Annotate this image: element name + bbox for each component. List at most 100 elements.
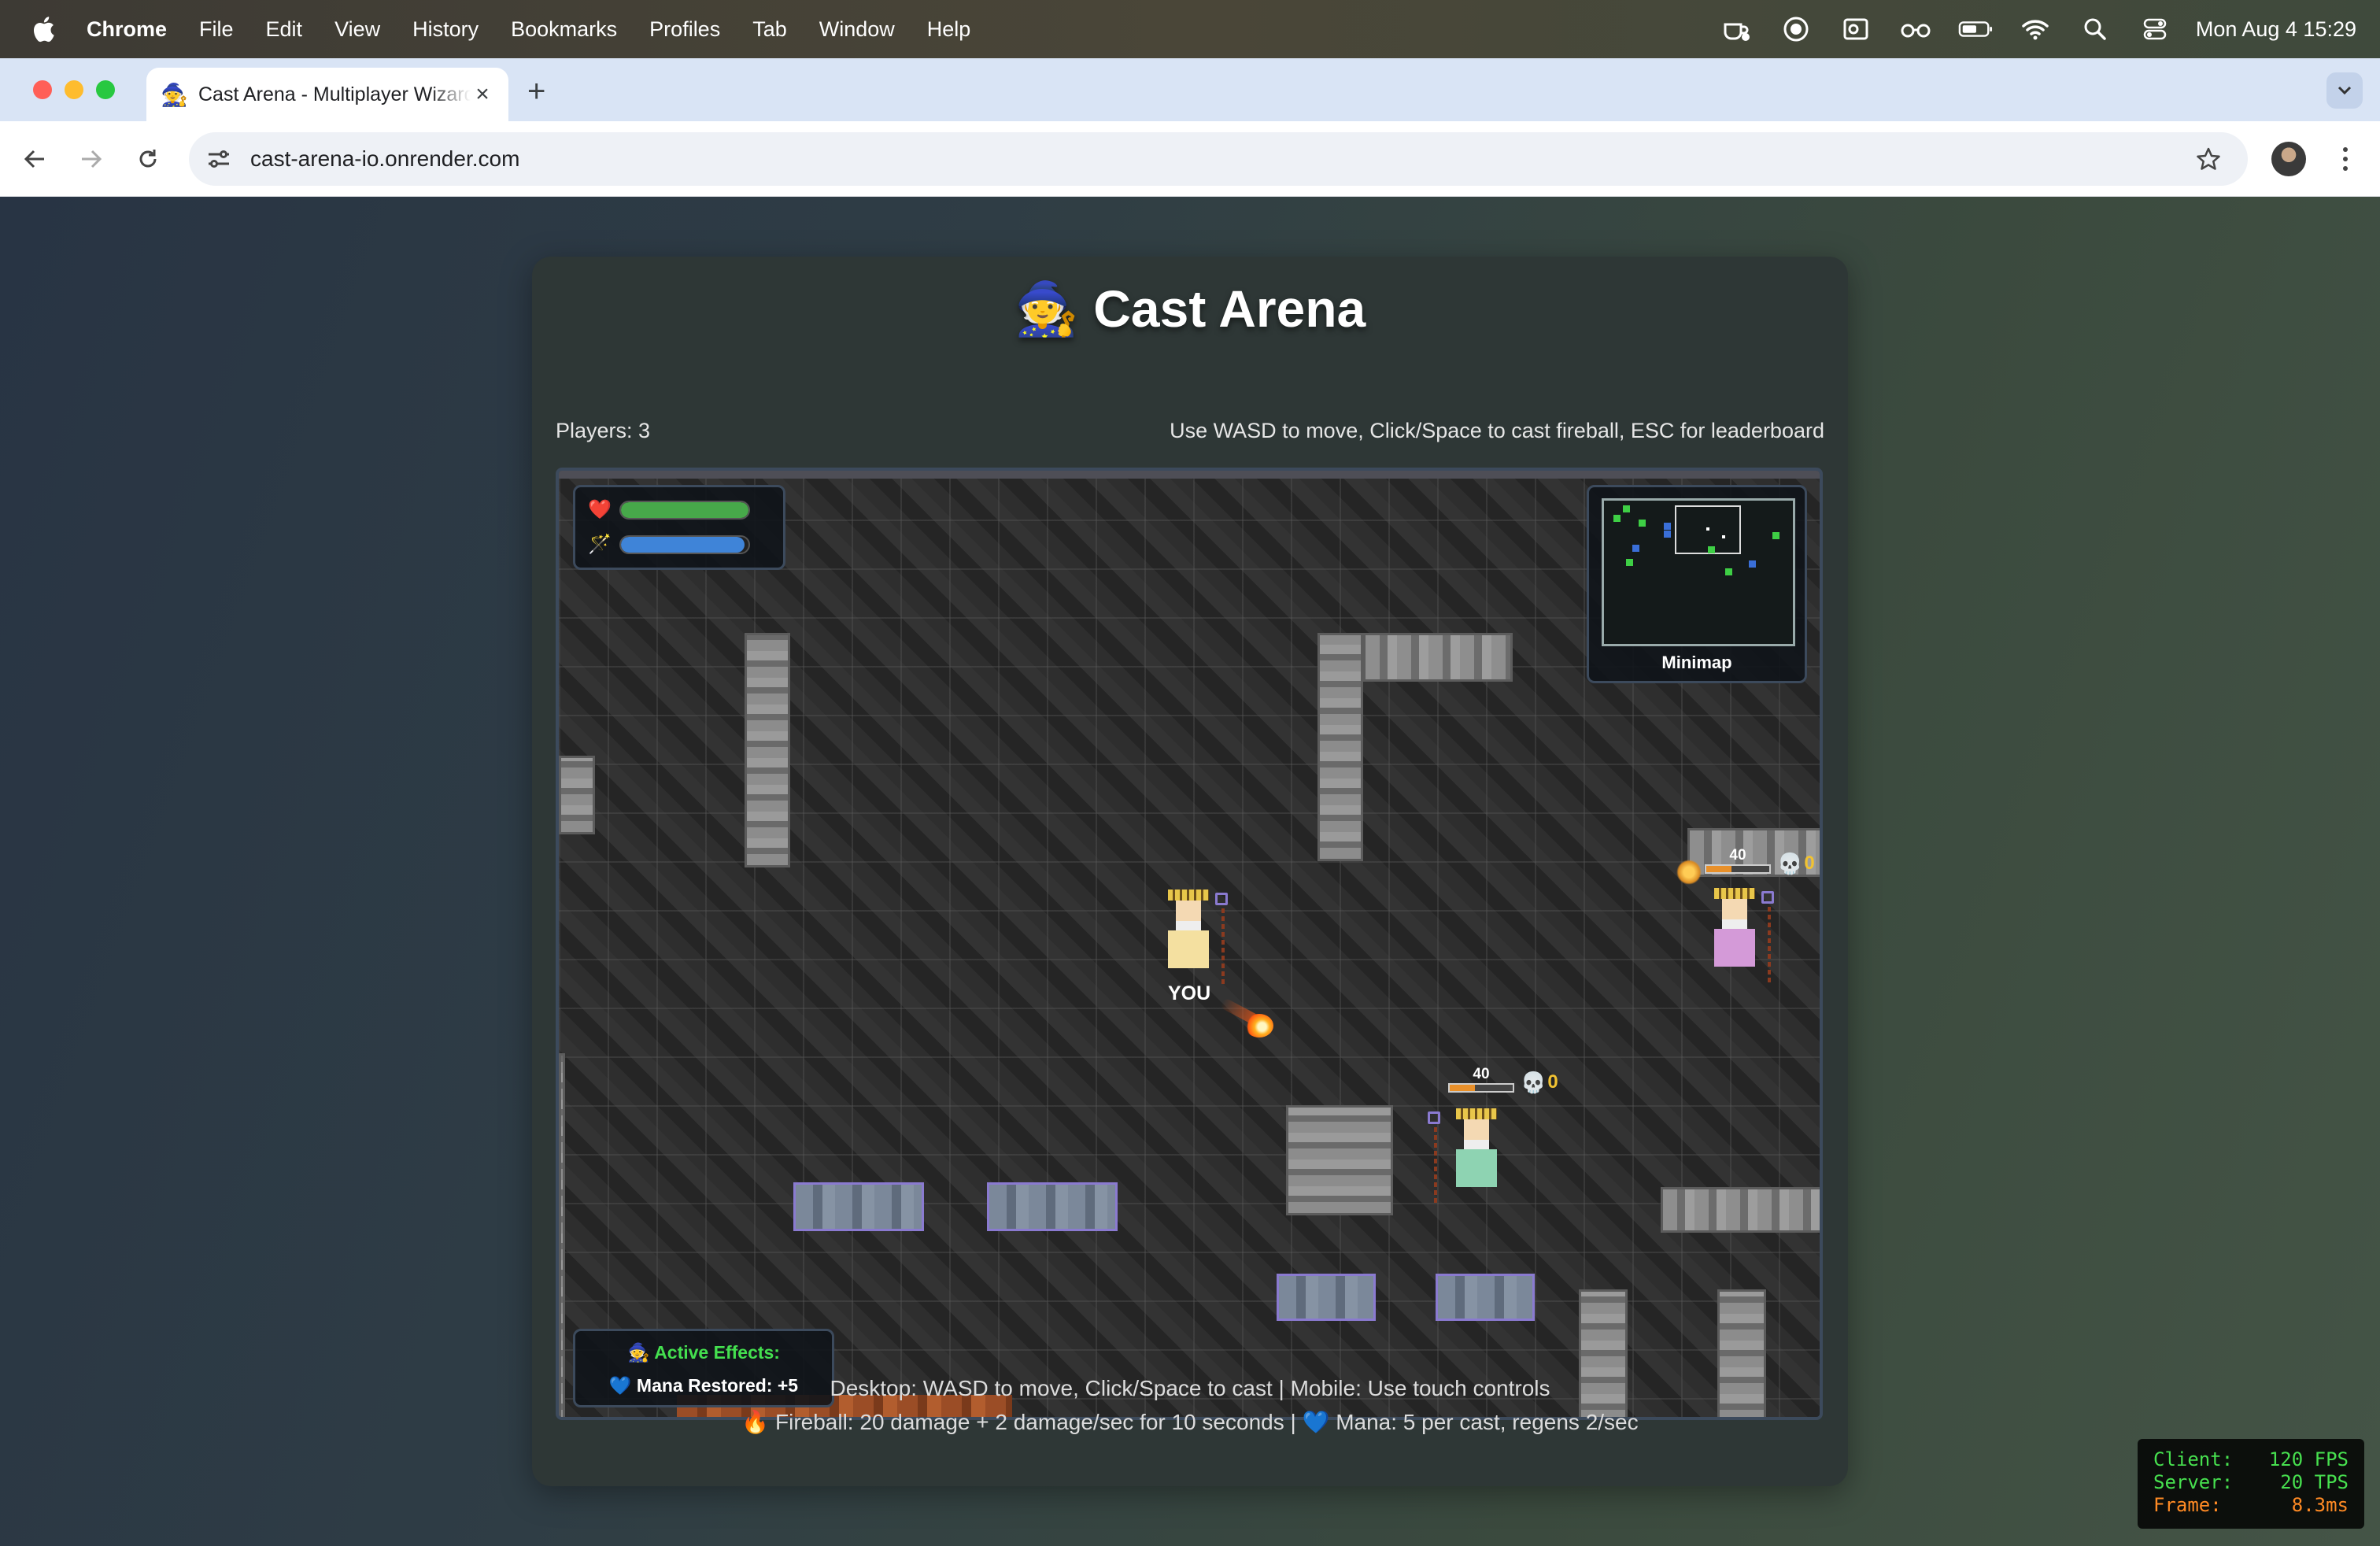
battery-icon[interactable]: [1958, 13, 1993, 45]
page-background: 🧙 Cast Arena Players: 3 Use WASD to move…: [0, 197, 2380, 1546]
staff-crystal-icon: [1215, 893, 1228, 905]
enemy-hp-fill: [1450, 1085, 1475, 1091]
wizard-robe: [1168, 930, 1209, 968]
wizard-hat: [1456, 1108, 1497, 1119]
enemy-kill-count: 0: [1804, 853, 1815, 874]
url-text[interactable]: cast-arena-io.onrender.com: [250, 146, 519, 172]
minimap-player-dot: [1706, 527, 1709, 531]
reload-icon[interactable]: [131, 142, 165, 176]
performance-overlay: Client: 120 FPS Server: 20 TPS Frame: 8.…: [2138, 1439, 2364, 1529]
player-name-label: YOU: [1168, 982, 1211, 1004]
menu-profiles[interactable]: Profiles: [649, 17, 720, 42]
wizard-favicon-icon: 🧙: [161, 82, 188, 107]
player-stats-panel: ❤️ 🪄: [573, 485, 785, 570]
glasses-icon[interactable]: [1898, 13, 1933, 45]
tab-search-chevron-icon[interactable]: [2326, 72, 2363, 109]
forward-arrow-icon[interactable]: [74, 142, 109, 176]
window-minimize-button[interactable]: [65, 80, 83, 99]
window-fullscreen-button[interactable]: [96, 80, 115, 99]
enemy-wizard[interactable]: [1453, 1108, 1500, 1187]
stone-wall: [1363, 633, 1513, 682]
menu-view[interactable]: View: [334, 17, 380, 42]
controls-hint: Use WASD to move, Click/Space to cast fi…: [1170, 419, 1824, 442]
menu-tab[interactable]: Tab: [752, 17, 787, 42]
window-close-button[interactable]: [33, 80, 52, 99]
minimap-dot: [1708, 546, 1715, 553]
minimap-dot: [1623, 505, 1630, 512]
enemy-hp-bar: [1705, 864, 1771, 874]
minimap-label: Minimap: [1661, 653, 1732, 672]
minimap-dot: [1626, 559, 1633, 566]
tab-close-icon[interactable]: ×: [471, 81, 494, 108]
perf-client-label: Client:: [2153, 1448, 2234, 1470]
game-canvas[interactable]: YOU 40 💀 0 40 💀 0 ❤️ 🪄 Minimap 🧙 Active …: [556, 468, 1823, 1420]
minimap[interactable]: [1602, 498, 1795, 646]
spell-info-footer: 🔥 Fireball: 20 damage + 2 damage/sec for…: [741, 1410, 1639, 1434]
stone-slab: [1277, 1274, 1376, 1321]
minimap-dot: [1664, 523, 1671, 530]
stone-wall: [559, 1053, 565, 1417]
enemy-hp-number: 40: [1473, 1066, 1490, 1082]
skull-icon: 💀: [1777, 852, 1803, 875]
browser-tab-active[interactable]: 🧙 Cast Arena - Multiplayer Wizard ×: [146, 68, 508, 121]
minimap-dot: [1664, 531, 1671, 538]
back-arrow-icon[interactable]: [17, 142, 52, 176]
perf-server-value: 20 TPS: [2280, 1471, 2349, 1493]
stone-slab: [1436, 1274, 1535, 1321]
wizard-robe: [1456, 1149, 1497, 1187]
enemy-kill-count: 0: [1547, 1071, 1558, 1093]
menu-history[interactable]: History: [412, 17, 479, 42]
menu-file[interactable]: File: [199, 17, 234, 42]
fireball-projectile: [1245, 1014, 1273, 1037]
screen-record-icon[interactable]: [1779, 13, 1813, 45]
perf-server-label: Server:: [2153, 1471, 2234, 1493]
menu-bookmarks[interactable]: Bookmarks: [511, 17, 617, 42]
menu-window[interactable]: Window: [819, 17, 895, 42]
menubar-status-area: Mon Aug 4 15:29: [1694, 0, 2356, 58]
minimap-dot: [1632, 545, 1639, 552]
perf-client-value: 120 FPS: [2268, 1448, 2349, 1470]
stone-wall: [1286, 1105, 1393, 1215]
menu-app-name[interactable]: Chrome: [87, 17, 167, 42]
wizard-beard: [1176, 921, 1201, 930]
browser-toolbar: cast-arena-io.onrender.com: [0, 121, 2380, 197]
health-bar-fill: [621, 501, 748, 518]
game-title: 🧙 Cast Arena: [1014, 279, 1366, 338]
minimap-dot: [1639, 520, 1646, 527]
spotlight-search-icon[interactable]: [2078, 13, 2112, 45]
menu-help[interactable]: Help: [927, 17, 971, 42]
enemy-staff: [1434, 1127, 1437, 1203]
profile-avatar[interactable]: [2271, 142, 2306, 176]
staff-crystal-icon: [1428, 1111, 1440, 1124]
health-bar: [619, 500, 750, 520]
site-info-tune-icon[interactable]: [201, 142, 236, 176]
wizard-robe: [1714, 929, 1755, 967]
address-bar[interactable]: cast-arena-io.onrender.com: [189, 132, 2248, 186]
perf-server-row: Server: 20 TPS: [2153, 1471, 2349, 1494]
wizard-hat: [1714, 888, 1755, 899]
wifi-icon[interactable]: [2018, 13, 2053, 45]
menu-edit[interactable]: Edit: [266, 17, 303, 42]
macos-menubar: Chrome File Edit View History Bookmarks …: [0, 0, 2380, 58]
enemy-wizard[interactable]: [1711, 888, 1758, 967]
perf-frame-label: Frame:: [2153, 1494, 2222, 1516]
menubar-clock[interactable]: Mon Aug 4 15:29: [2196, 17, 2356, 42]
stone-slab: [987, 1182, 1118, 1231]
new-tab-button[interactable]: +: [527, 76, 545, 107]
wizard-beard: [1464, 1140, 1489, 1149]
outlook-icon[interactable]: [1839, 13, 1873, 45]
enemy-staff: [1768, 907, 1771, 982]
minimap-dot: [1749, 560, 1756, 568]
minimap-panel[interactable]: Minimap: [1587, 485, 1807, 683]
effects-title: 🧙 Active Effects:: [627, 1342, 780, 1363]
bookmark-star-icon[interactable]: [2193, 143, 2224, 175]
players-count: Players: 3: [556, 419, 651, 442]
minimap-dot: [1613, 515, 1621, 522]
stone-slab: [793, 1182, 924, 1231]
chrome-menu-kebab-icon[interactable]: [2336, 142, 2355, 176]
apple-logo-icon[interactable]: [31, 16, 55, 43]
control-center-icon[interactable]: [2138, 13, 2172, 45]
health-row: ❤️: [588, 498, 750, 521]
wand-icon: 🪄: [588, 534, 612, 555]
coffee-cup-icon[interactable]: [1719, 13, 1754, 45]
